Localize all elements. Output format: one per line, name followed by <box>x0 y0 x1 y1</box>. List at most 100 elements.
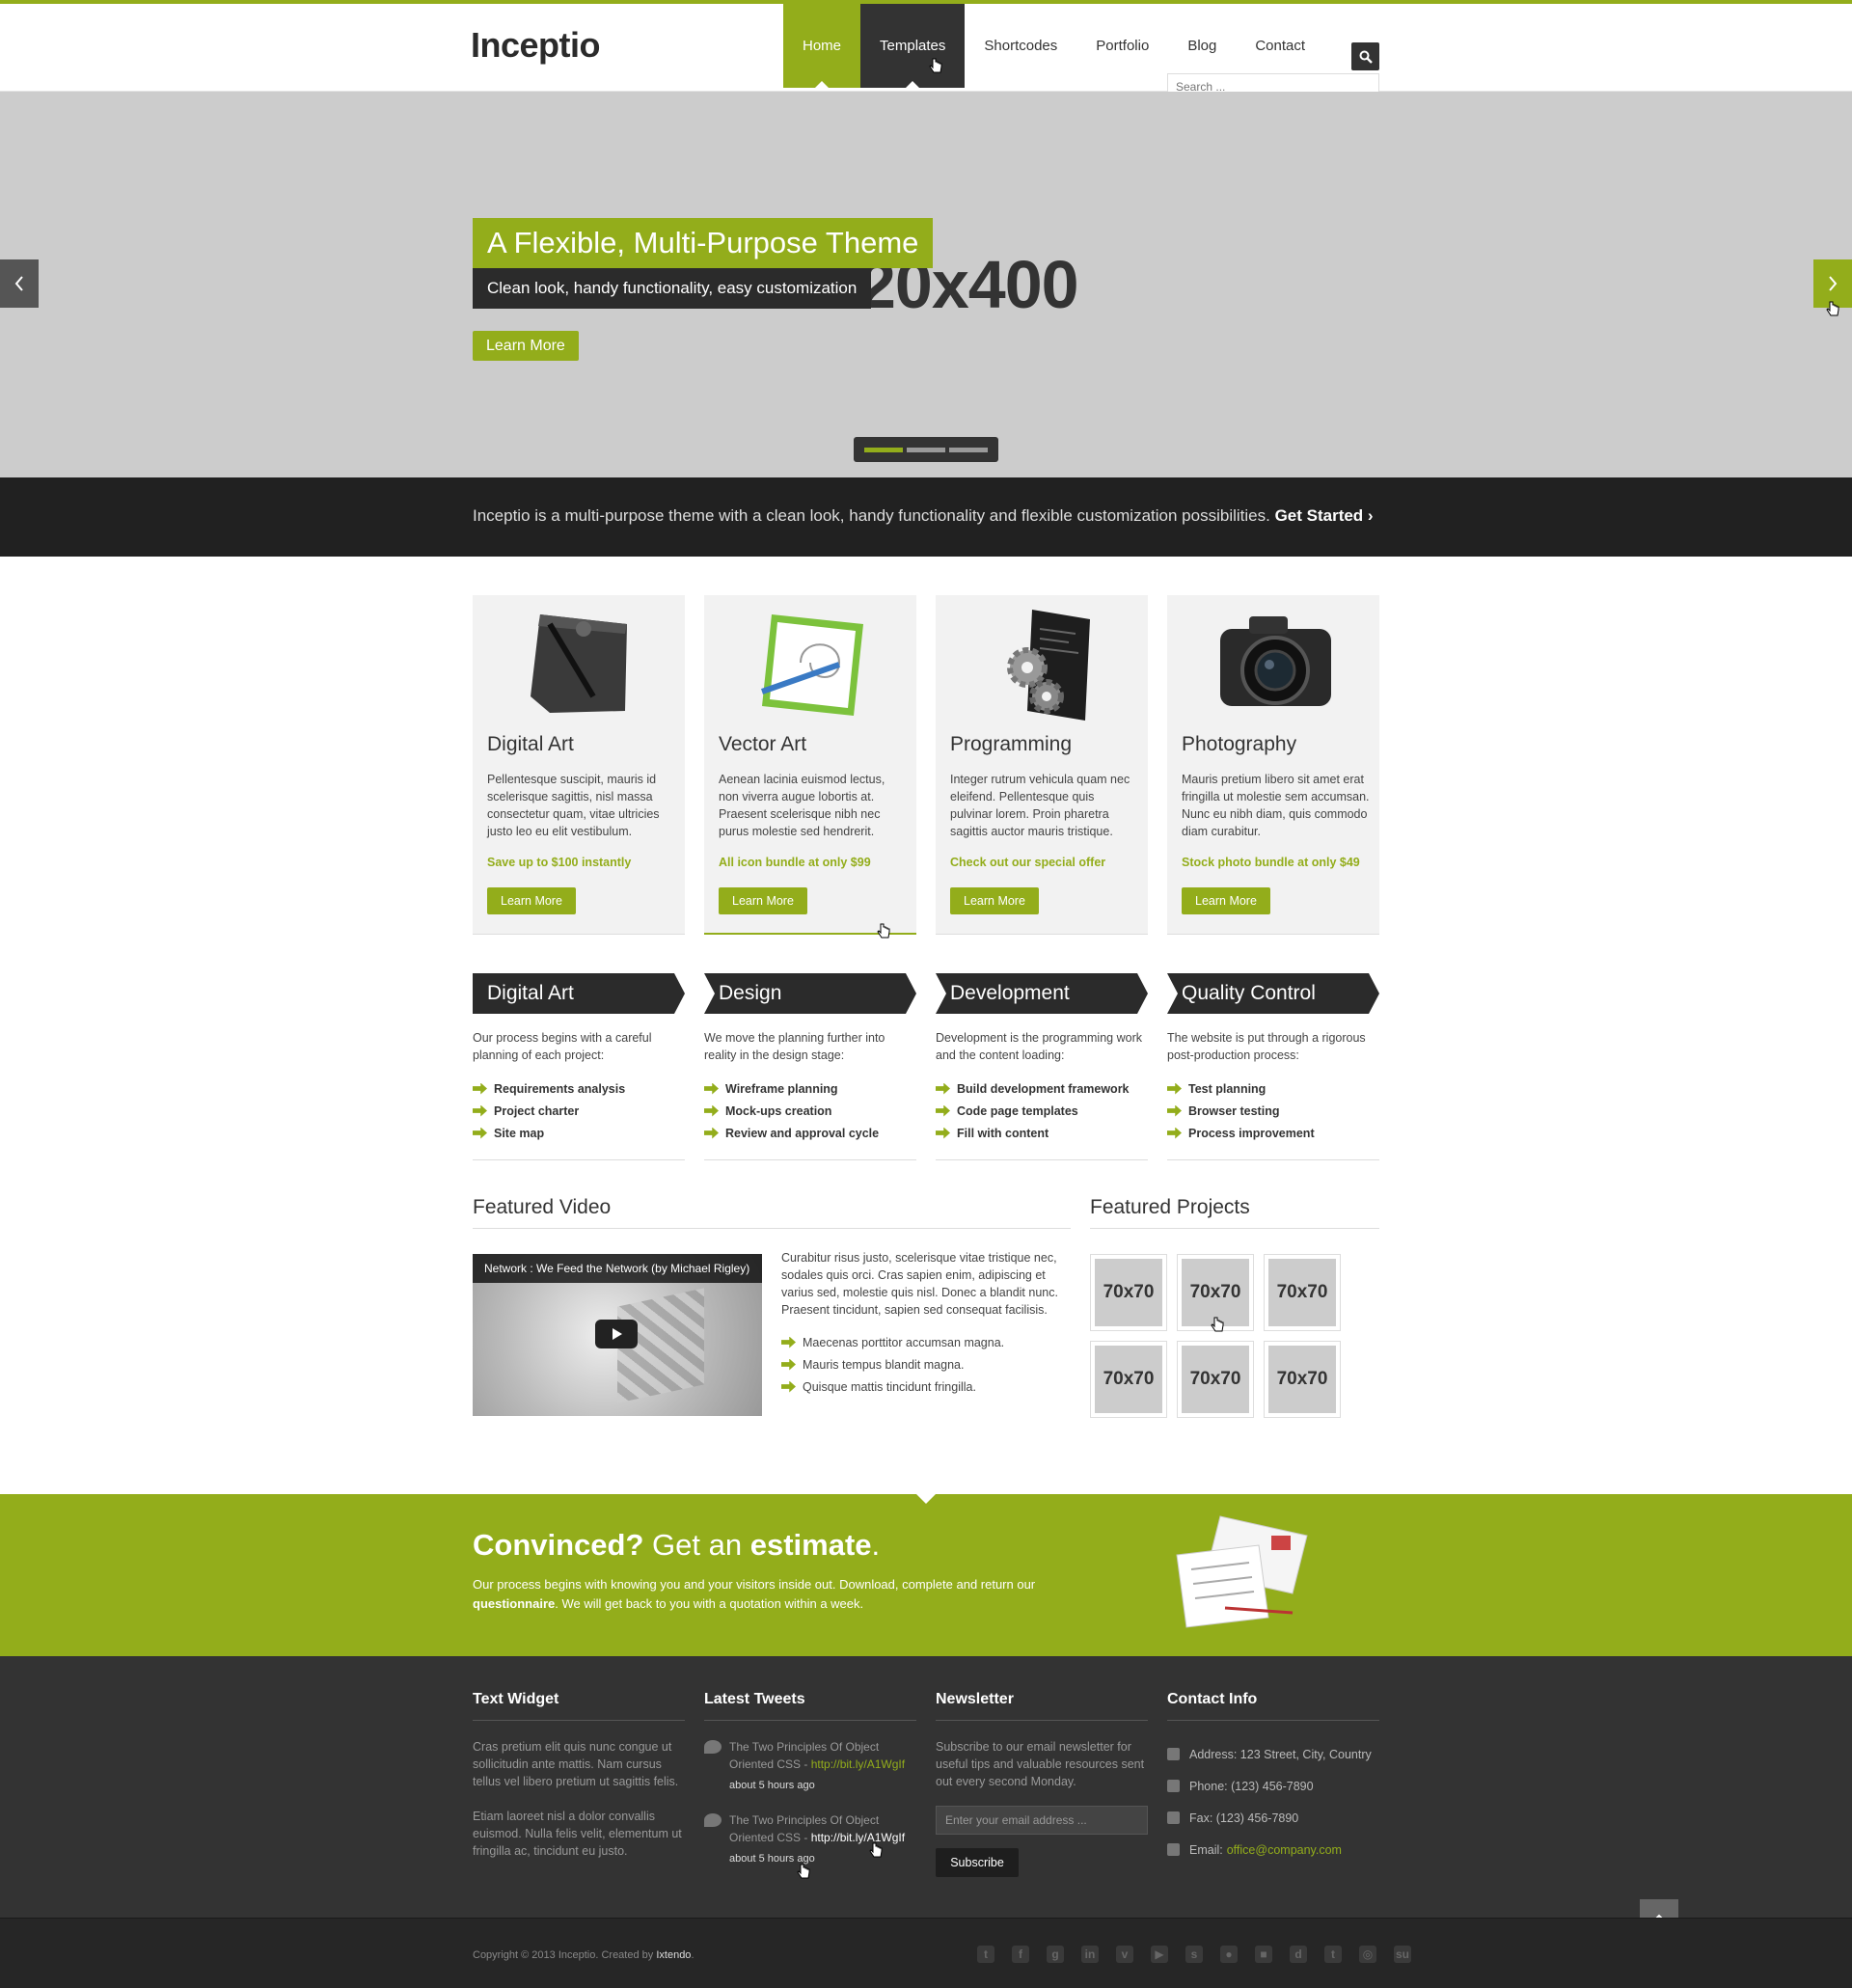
play-button[interactable] <box>595 1320 638 1348</box>
service-offer[interactable]: Check out our special offer <box>950 856 1105 869</box>
arrow-right-icon <box>704 1127 719 1139</box>
process-step-title: Digital Art <box>473 973 685 1014</box>
delicious-icon[interactable]: ■ <box>1255 1946 1272 1963</box>
learn-more-button[interactable]: Learn More <box>950 887 1039 914</box>
digg-icon[interactable]: d <box>1290 1946 1307 1963</box>
nav-item-shortcodes[interactable]: Shortcodes <box>965 4 1076 88</box>
featured-video-title: Featured Video <box>473 1196 612 1218</box>
subscribe-button[interactable]: Subscribe <box>936 1848 1019 1877</box>
project-thumbnail[interactable]: 70x70 <box>1264 1341 1341 1418</box>
facebook-icon[interactable]: f <box>1012 1946 1029 1963</box>
contact-email-link[interactable]: office@company.com <box>1227 1843 1342 1857</box>
process-step: Quality Control The website is put throu… <box>1167 973 1379 1144</box>
list-item: Fill with content <box>936 1122 1148 1144</box>
twitter-bird-icon <box>704 1740 722 1754</box>
youtube-icon[interactable]: ▶ <box>1151 1946 1168 1963</box>
list-item: Review and approval cycle <box>704 1122 916 1144</box>
divider <box>473 1228 1071 1229</box>
site-footer <box>0 1656 1852 1918</box>
list-item-label: Quisque mattis tincidunt fringilla. <box>803 1379 976 1394</box>
questionnaire-link[interactable]: questionnaire <box>473 1596 555 1611</box>
nav-item-portfolio[interactable]: Portfolio <box>1076 4 1168 88</box>
list-item-label: Mock-ups creation <box>725 1103 832 1118</box>
tweet-item: The Two Principles Of Object Oriented CS… <box>704 1811 916 1867</box>
slide-caption-title: A Flexible, Multi-Purpose Theme <box>473 218 934 268</box>
dribbble-icon[interactable]: ◎ <box>1359 1946 1376 1963</box>
video-player[interactable]: Network : We Feed the Network (by Michae… <box>473 1254 762 1416</box>
drawing-tablet-icon <box>531 614 627 713</box>
widget-text: Cras pretium elit quis nunc congue ut so… <box>473 1740 679 1788</box>
linkedin-icon[interactable]: in <box>1081 1946 1099 1963</box>
site-logo[interactable]: Inceptio <box>471 25 601 66</box>
service-offer[interactable]: All icon bundle at only $99 <box>719 856 871 869</box>
vimeo-icon[interactable]: v <box>1116 1946 1133 1963</box>
service-text: Integer rutrum vehicula quam nec eleifen… <box>950 773 1130 838</box>
tweet-time[interactable]: about 5 hours ago <box>729 1777 916 1794</box>
process-step-text: We move the planning further into realit… <box>704 1031 885 1062</box>
tweet-link[interactable]: http://bit.ly/A1WgIf <box>811 1757 905 1771</box>
tweet-item: The Two Principles Of Object Oriented CS… <box>704 1738 916 1794</box>
project-thumbnail[interactable]: 70x70 <box>1090 1341 1167 1418</box>
stumbleupon-icon[interactable]: su <box>1394 1946 1411 1963</box>
slide-learn-more-button[interactable]: Learn More <box>473 331 579 361</box>
search-button[interactable] <box>1351 42 1379 70</box>
slider-dot[interactable] <box>907 447 945 452</box>
author-link[interactable]: Ixtendo <box>656 1949 691 1961</box>
camera-icon <box>1220 616 1331 706</box>
service-offer[interactable]: Save up to $100 instantly <box>487 856 631 869</box>
list-item: Code page templates <box>936 1100 1148 1122</box>
list-item-label: Build development framework <box>957 1081 1130 1096</box>
list-item: Process improvement <box>1167 1122 1379 1144</box>
cta-notch <box>916 1494 936 1513</box>
video-title[interactable]: Network : We Feed the Network (by Michae… <box>473 1254 762 1283</box>
process-step-title: Quality Control <box>1167 973 1379 1014</box>
chevron-left-icon <box>14 276 23 291</box>
nav-item-home[interactable]: Home <box>783 4 861 88</box>
project-thumbnail[interactable]: 70x70 <box>1177 1341 1254 1418</box>
newsletter-email-field[interactable]: Enter your email address ... <box>936 1806 1148 1835</box>
divider <box>704 1159 916 1160</box>
process-step-title: Design <box>704 973 916 1014</box>
learn-more-button[interactable]: Learn More <box>719 887 807 914</box>
twitter-icon[interactable]: t <box>977 1946 994 1963</box>
skype-icon[interactable]: s <box>1185 1946 1203 1963</box>
get-started-link[interactable]: Get Started › <box>1275 506 1374 525</box>
learn-more-button[interactable]: Learn More <box>487 887 576 914</box>
google-plus-icon[interactable]: g <box>1047 1946 1064 1963</box>
tumblr-icon[interactable]: t <box>1324 1946 1342 1963</box>
slider-dot[interactable] <box>949 447 988 452</box>
play-icon <box>613 1328 622 1340</box>
contact-phone: Phone: (123) 456-7890 <box>1167 1770 1379 1802</box>
project-thumbnail[interactable]: 70x70 <box>1090 1254 1167 1331</box>
slider-dot[interactable] <box>864 447 903 452</box>
service-offer[interactable]: Stock photo bundle at only $49 <box>1182 856 1360 869</box>
slide-caption-subtitle: Clean look, handy functionality, easy cu… <box>473 268 872 309</box>
tweet-link[interactable]: http://bit.ly/A1WgIf <box>811 1831 905 1844</box>
tweet-time[interactable]: about 5 hours ago <box>729 1850 916 1867</box>
list-item-label: Wireframe planning <box>725 1081 838 1096</box>
arrow-right-icon <box>781 1336 796 1348</box>
nav-item-templates[interactable]: Templates <box>860 4 966 88</box>
service-text: Aenean lacinia euismod lectus, non viver… <box>719 773 885 838</box>
list-item: Project charter <box>473 1100 685 1122</box>
featured-video-text: Curabitur risus justo, scelerisque vitae… <box>781 1251 1058 1317</box>
contact-address-text: Address: 123 Street, City, Country <box>1189 1747 1372 1761</box>
hand-cursor-icon <box>797 1864 810 1879</box>
process-step-title: Development <box>936 973 1148 1014</box>
slider-prev-button[interactable] <box>0 259 39 308</box>
service-box: Programming Integer rutrum vehicula quam… <box>936 595 1148 935</box>
arrow-right-icon <box>704 1082 719 1095</box>
list-item-label: Review and approval cycle <box>725 1126 880 1140</box>
process-step: Development Development is the programmi… <box>936 973 1148 1144</box>
copyright-label: Copyright © 2013 Inceptio. Created by <box>473 1949 654 1961</box>
flickr-icon[interactable]: ● <box>1220 1946 1238 1963</box>
latest-tweets-widget: Latest Tweets The Two Principles Of Obje… <box>704 1691 916 1867</box>
process-step: Design We move the planning further into… <box>704 973 916 1144</box>
list-item-label: Process improvement <box>1188 1126 1315 1140</box>
search-icon <box>1359 50 1373 64</box>
list-item: Site map <box>473 1122 685 1144</box>
arrow-right-icon <box>1167 1082 1182 1095</box>
learn-more-button[interactable]: Learn More <box>1182 887 1270 914</box>
list-item: Mauris tempus blandit magna. <box>781 1353 1004 1375</box>
project-thumbnail[interactable]: 70x70 <box>1264 1254 1341 1331</box>
